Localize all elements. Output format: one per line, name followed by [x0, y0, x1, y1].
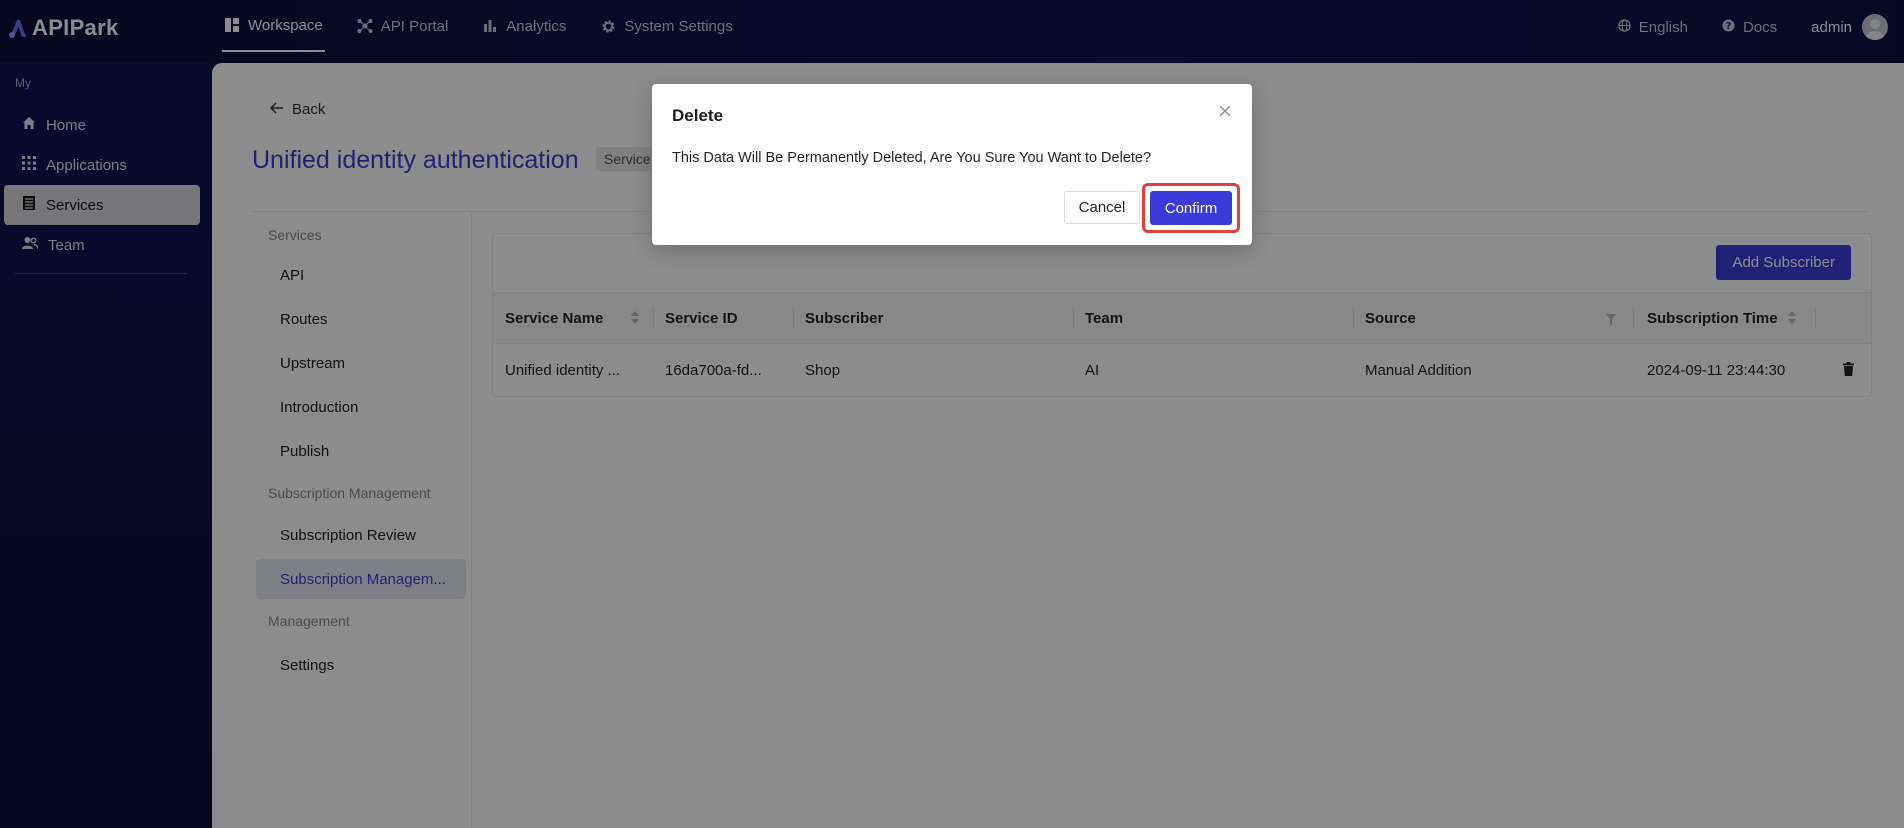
confirm-highlight: Confirm	[1142, 183, 1240, 233]
cancel-button[interactable]: Cancel	[1064, 191, 1140, 224]
close-icon[interactable]	[1216, 102, 1234, 120]
delete-confirm-dialog: Delete This Data Will Be Permanently Del…	[652, 84, 1252, 245]
confirm-button[interactable]: Confirm	[1150, 191, 1232, 225]
dialog-title: Delete	[672, 106, 724, 125]
dialog-message: This Data Will Be Permanently Deleted, A…	[672, 150, 1152, 166]
